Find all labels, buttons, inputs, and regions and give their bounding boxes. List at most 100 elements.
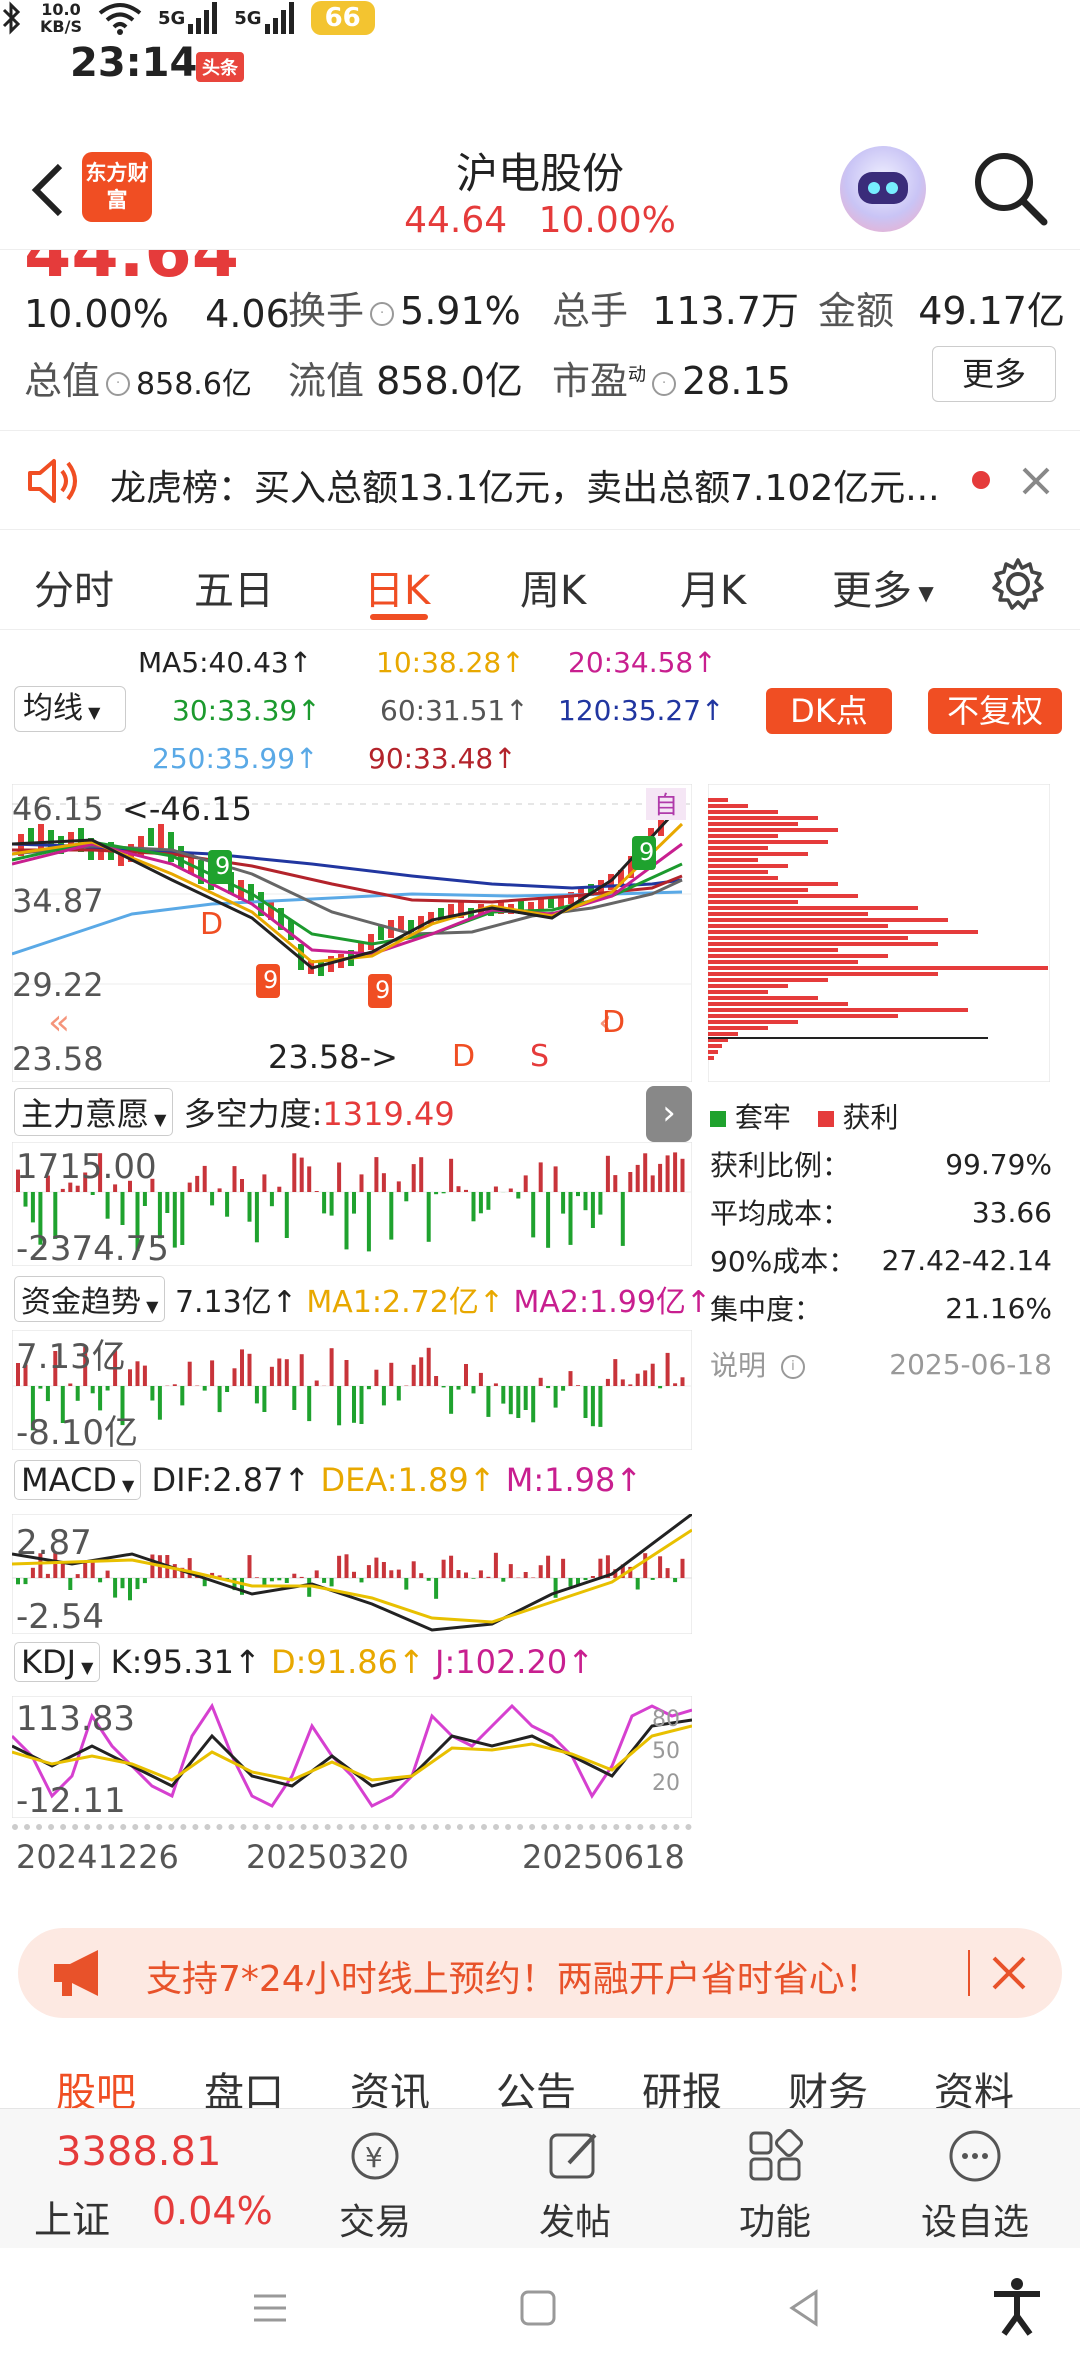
svg-text:-2374.75: -2374.75	[16, 1229, 169, 1266]
nav-functions[interactable]: 功能	[710, 2127, 840, 2245]
svg-text:-12.11: -12.11	[16, 1781, 126, 1818]
index-change[interactable]: 0.04%	[152, 2189, 273, 2233]
histogram-bar	[449, 1158, 454, 1192]
histogram-bar	[374, 1157, 379, 1192]
histogram-bar	[650, 1578, 655, 1580]
svg-text:<-46.15: <-46.15	[122, 790, 252, 828]
expand-panel-button[interactable]: ›	[646, 1086, 692, 1142]
ma-selector-dropdown[interactable]: 均线 ▼	[14, 686, 126, 732]
tab-monthly-k[interactable]: 月K	[680, 558, 746, 616]
tab-intraday[interactable]: 分时	[34, 558, 114, 616]
histogram-bar	[583, 1192, 588, 1211]
histogram-bar	[322, 1578, 327, 1583]
dragon-tiger-notice[interactable]: 龙虎榜：买入总额13.1亿元，卖出总额7.102亿元...	[0, 430, 1080, 530]
histogram-bar	[105, 1192, 110, 1219]
histogram-bar	[635, 1164, 640, 1192]
histogram-bar	[142, 1578, 147, 1584]
histogram-bar	[128, 1369, 132, 1386]
explain-link[interactable]: 说明 i	[710, 1344, 811, 1384]
index-value[interactable]: 3388.81	[56, 2129, 221, 2175]
histogram-bar	[441, 1192, 446, 1194]
histogram-bar	[665, 1155, 670, 1192]
histogram-bar	[434, 1192, 439, 1195]
signal-5g-2: 5G	[234, 2, 294, 34]
histogram-bar	[150, 1554, 155, 1578]
scroll-left-icon[interactable]: «	[48, 1002, 70, 1043]
histogram-bar	[254, 1577, 259, 1578]
index-name[interactable]: 上证	[34, 2189, 110, 2244]
histogram-bar	[486, 1386, 491, 1417]
histogram-bar	[344, 1192, 349, 1250]
histogram-bar	[247, 1555, 252, 1578]
kdj-selector[interactable]: KDJ ▼	[14, 1642, 101, 1682]
stock-header: 东方财富 沪电股份 44.64 10.00%	[0, 130, 1080, 250]
assistant-robot-icon[interactable]	[840, 146, 926, 232]
search-icon[interactable]	[970, 148, 1050, 228]
histogram-bar	[643, 1553, 648, 1578]
histogram-bar	[30, 1192, 35, 1223]
gear-icon[interactable]	[990, 556, 1046, 612]
histogram-bar	[396, 1181, 401, 1192]
tab-daily-k[interactable]: 日K	[364, 558, 430, 616]
menu-icon[interactable]	[250, 2288, 290, 2328]
histogram-bar	[45, 1573, 50, 1578]
volume-field: 总手 113.7万	[552, 289, 799, 333]
date-label-start: 20241226	[16, 1838, 179, 1876]
more-quote-button[interactable]: 更多	[932, 346, 1056, 402]
histogram-bar	[277, 1358, 282, 1386]
dk-point-button[interactable]: DK点	[766, 688, 892, 734]
histogram-bar	[157, 1386, 162, 1420]
tab-more[interactable]: 更多 ▼	[832, 558, 934, 616]
histogram-bar	[658, 1163, 663, 1192]
ma20-value: 20:34.58↑	[568, 646, 717, 679]
histogram-bar	[411, 1561, 416, 1578]
close-icon[interactable]	[988, 1952, 1030, 1994]
status-time: 23:14	[70, 40, 198, 86]
histogram-bar	[658, 1386, 663, 1389]
histogram-bar	[680, 1377, 685, 1386]
histogram-bar	[471, 1386, 476, 1394]
ma30-value: 30:33.39↑	[172, 694, 321, 727]
histogram-bar	[464, 1572, 468, 1578]
signal-icon	[264, 2, 294, 34]
histogram-bar	[553, 1386, 558, 1408]
macd-selector[interactable]: MACD ▼	[14, 1460, 142, 1500]
kline-chart[interactable]: 9 9 9 9 D D D S 自 46.15 <-46.15 34.87 29…	[12, 784, 692, 1082]
no-adjust-button[interactable]: 不复权	[928, 688, 1062, 734]
accessibility-icon[interactable]	[990, 2276, 1044, 2338]
histogram-bar	[434, 1376, 439, 1386]
nav-watchlist[interactable]: 设自选	[910, 2127, 1040, 2245]
promo-banner[interactable]: 支持7*24小时线上预约！两融开户省时省心！	[18, 1928, 1062, 2018]
indicator1-selector[interactable]: 主力意愿 ▼	[14, 1088, 174, 1136]
histogram-bar	[232, 1368, 237, 1386]
tab-weekly-k[interactable]: 周K	[520, 558, 586, 616]
header-price: 44.64	[404, 200, 508, 241]
histogram-bar	[314, 1380, 319, 1386]
histogram-bar	[210, 1192, 215, 1206]
scroll-right-icon[interactable]: ‹	[598, 1002, 612, 1043]
back-triangle-icon[interactable]	[784, 2288, 824, 2328]
chip-distribution-chart[interactable]	[708, 784, 1050, 1082]
histogram-bar	[493, 1186, 498, 1192]
tab-five-day[interactable]: 五日	[194, 558, 274, 616]
indicator2-header: 资金趋势 ▼ 7.13亿↑ MA1:2.72亿↑ MA2:1.99亿↑	[14, 1276, 711, 1322]
nav-post[interactable]: 发帖	[510, 2127, 640, 2245]
indicator2-selector[interactable]: 资金趋势 ▼	[14, 1276, 166, 1322]
home-icon[interactable]	[518, 2288, 558, 2328]
histogram-bar	[269, 1192, 274, 1207]
histogram-bar	[322, 1192, 327, 1214]
histogram-bar	[284, 1359, 289, 1386]
histogram-bar	[389, 1362, 394, 1386]
histogram-bar	[23, 1578, 28, 1585]
info-icon: ·	[652, 371, 677, 396]
close-icon[interactable]	[1016, 461, 1056, 501]
histogram-bar	[516, 1386, 521, 1418]
histogram-bar	[128, 1578, 132, 1601]
histogram-bar	[262, 1174, 267, 1192]
histogram-bar	[240, 1179, 244, 1192]
nav-trade[interactable]: ¥ 交易	[310, 2127, 440, 2245]
histogram-bar	[16, 1578, 20, 1585]
histogram-bar	[292, 1153, 297, 1192]
histogram-bar	[337, 1162, 342, 1192]
d-marker: D	[452, 1039, 475, 1074]
